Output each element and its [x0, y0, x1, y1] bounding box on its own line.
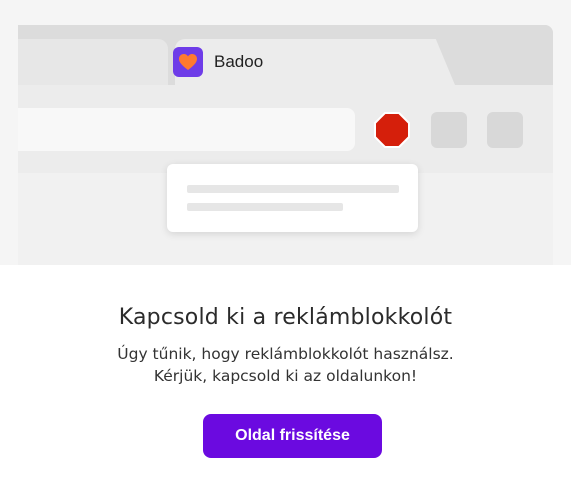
message-title: Kapcsold ki a reklámblokkolót	[118, 305, 453, 330]
stop-octagon-icon	[374, 112, 410, 148]
extension-placeholder	[431, 112, 467, 148]
message-line: Kérjük, kapcsold ki az oldalunkon!	[153, 367, 418, 385]
refresh-page-button[interactable]: Oldal frissítése	[203, 414, 382, 458]
browser-tab-inactive	[18, 39, 168, 85]
placeholder-line	[187, 185, 399, 193]
heart-icon	[179, 54, 197, 70]
message-line: Úgy tűnik, hogy reklámblokkolót használs…	[117, 345, 454, 363]
blocker-popup	[167, 164, 418, 232]
address-bar	[18, 108, 355, 151]
tab-title: Badoo	[214, 52, 264, 71]
message-body: Úgy tűnik, hogy reklámblokkolót használs…	[0, 343, 571, 387]
placeholder-line	[187, 203, 343, 211]
heart-logo-icon	[173, 47, 203, 77]
extension-placeholder	[487, 112, 523, 148]
browser-window: Badoo	[18, 25, 553, 265]
browser-illustration: Badoo	[0, 0, 571, 265]
